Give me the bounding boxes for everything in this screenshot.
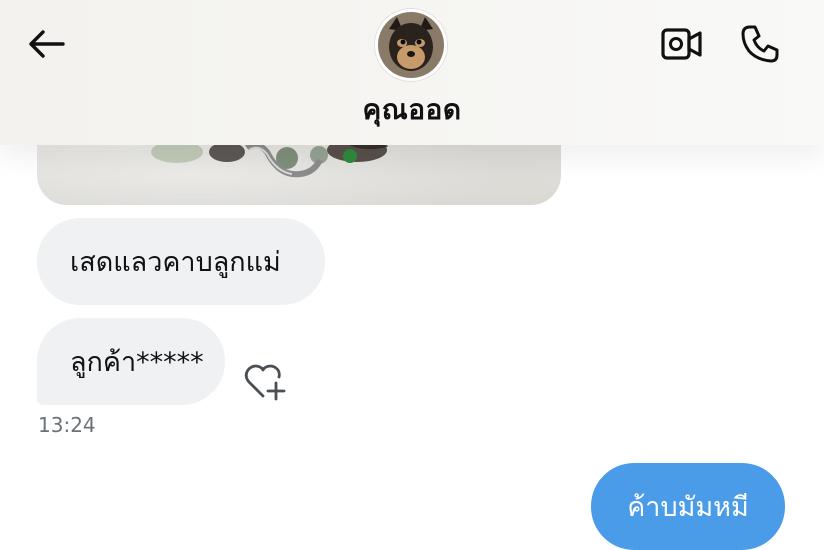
heart-plus-icon [244,364,286,401]
phone-icon [741,25,779,63]
contact-avatar[interactable] [375,9,447,81]
back-arrow-icon [29,30,65,58]
message-timestamp: 13:24 [38,413,96,437]
dog-avatar-image [375,9,447,81]
video-call-button[interactable] [658,24,706,64]
message-text: ค้าบมัมหมี [627,492,749,523]
video-camera-icon [661,28,702,60]
add-reaction-button[interactable] [242,360,288,402]
contact-name[interactable]: คุณออด [262,88,562,132]
outgoing-message-bubble[interactable]: ค้าบมัมหมี [591,463,785,550]
back-button[interactable] [24,26,68,62]
message-text: เสดแลวคาบลูกแม่ [70,247,281,278]
voice-call-button[interactable] [736,20,784,68]
incoming-message-bubble[interactable]: ลูกค้า***** [37,318,225,405]
message-text: ลูกค้า***** [70,347,204,378]
incoming-message-bubble[interactable]: เสดแลวคาบลูกแม่ [37,218,325,305]
chat-header: คุณออด [0,0,824,145]
